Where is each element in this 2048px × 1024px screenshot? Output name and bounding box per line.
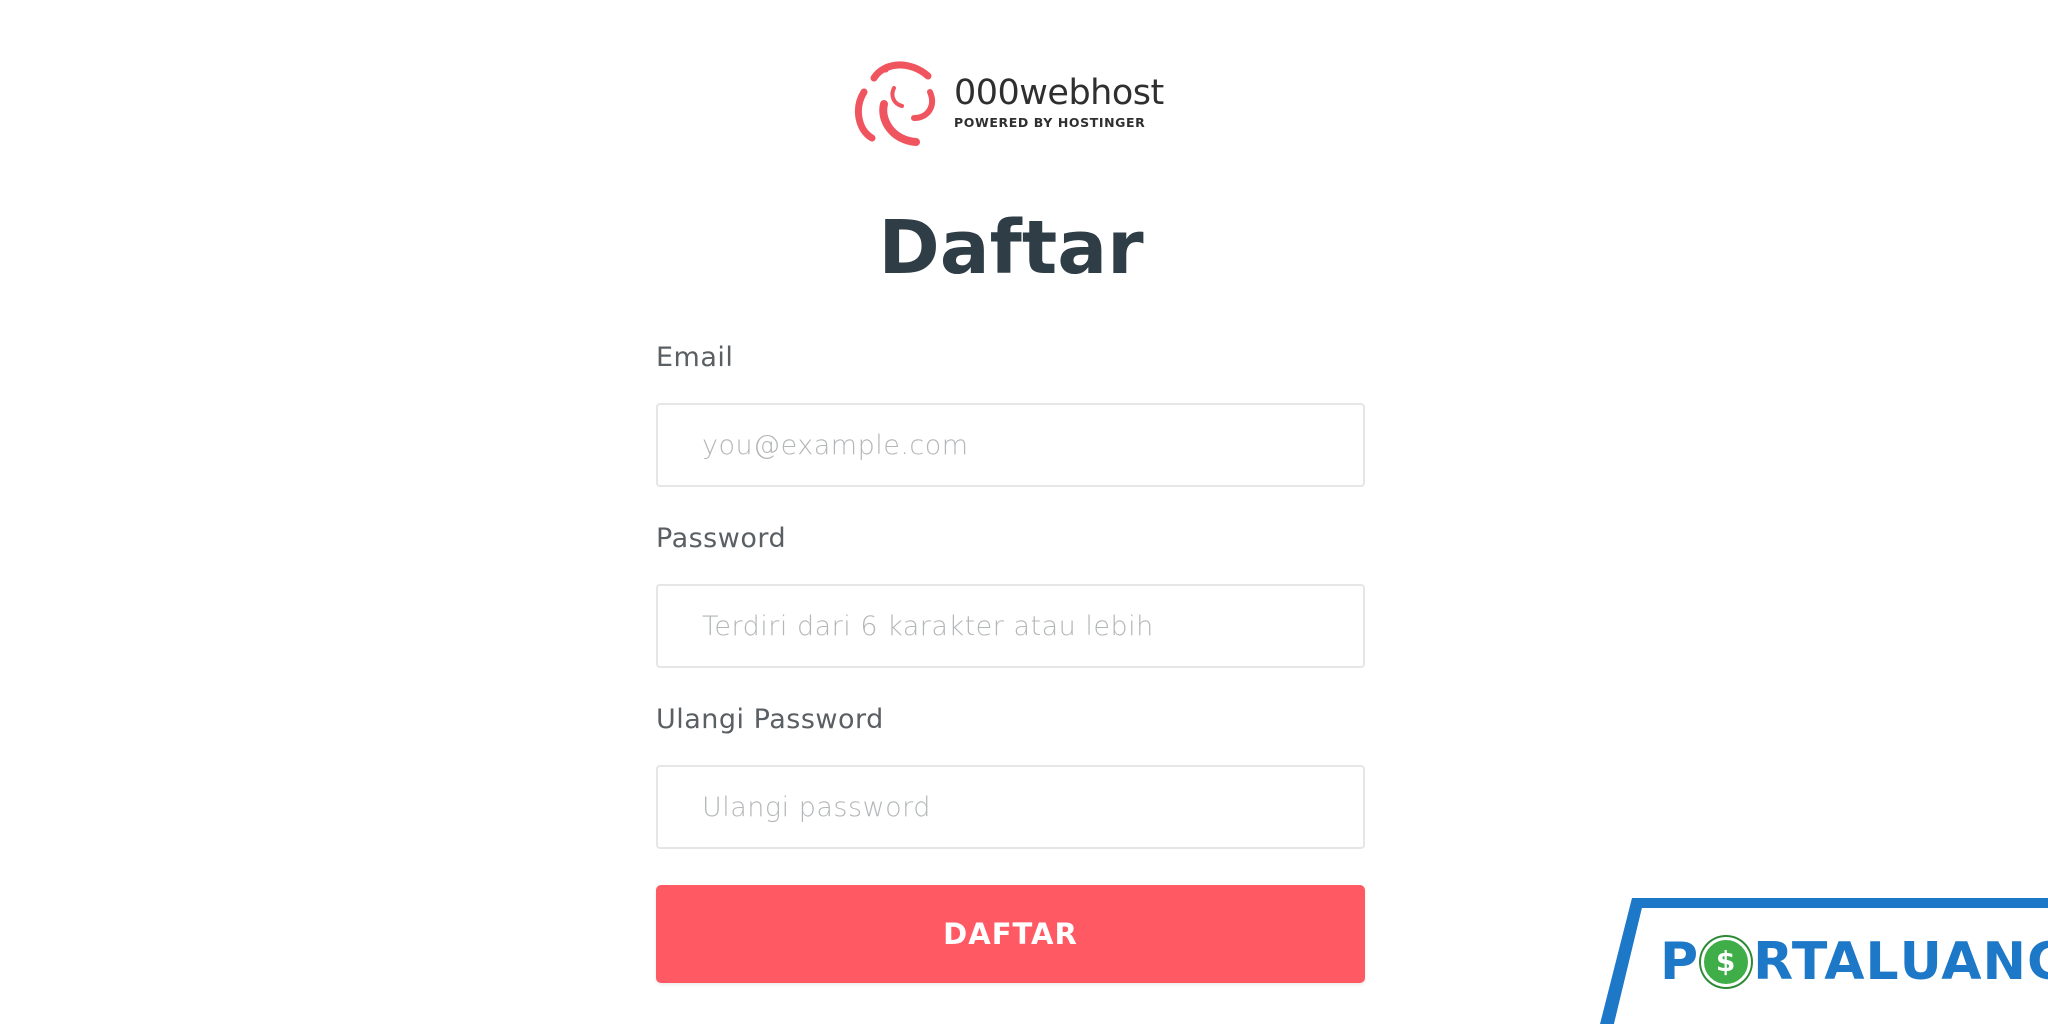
watermark-wordmark: P $ RTAL UANG xyxy=(1660,930,2048,994)
repeat-password-field[interactable] xyxy=(656,765,1365,849)
password-label: Password xyxy=(656,523,787,554)
watermark-letters-rtal: RTAL xyxy=(1753,932,1900,992)
brand-name: 000webhost xyxy=(954,73,1164,113)
repeat-password-label: Ulangi Password xyxy=(656,704,884,735)
email-label: Email xyxy=(656,342,734,373)
page-title: Daftar xyxy=(878,205,1144,291)
email-field[interactable] xyxy=(656,403,1365,487)
dollar-coin-icon: $ xyxy=(1701,937,1752,987)
portaluang-watermark: P $ RTAL UANG xyxy=(1600,898,2048,1024)
password-field[interactable] xyxy=(656,584,1365,668)
brand-logo[interactable]: 000webhost POWERED BY HOSTINGER xyxy=(840,52,1164,152)
swirl-logo-icon xyxy=(854,61,935,146)
brand-tagline: POWERED BY HOSTINGER xyxy=(954,115,1146,130)
watermark-letter-p: P xyxy=(1660,932,1700,992)
watermark-letters-uang: UANG xyxy=(1899,932,2048,992)
signup-button[interactable]: DAFTAR xyxy=(656,885,1365,983)
